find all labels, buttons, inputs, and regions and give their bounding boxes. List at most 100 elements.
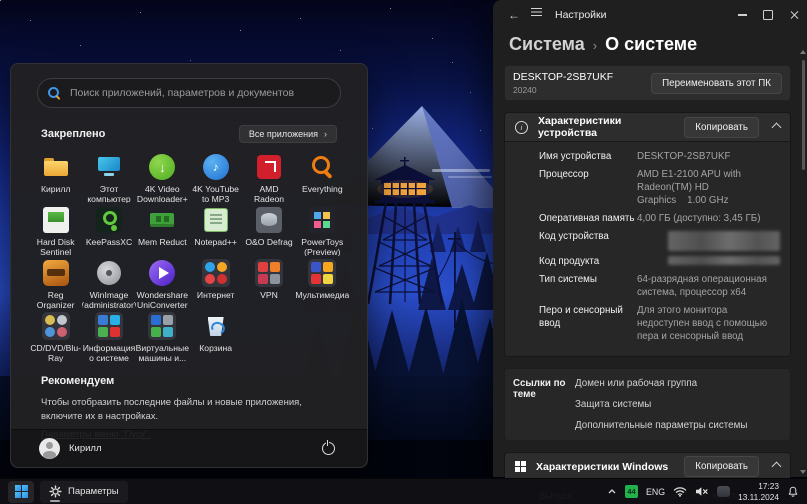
redacted-value bbox=[668, 256, 780, 265]
spec-label: Код продукта bbox=[539, 255, 637, 268]
spec-label: Имя устройства bbox=[539, 150, 637, 163]
maximize-button[interactable] bbox=[755, 0, 781, 30]
tray-temp-badge[interactable]: 44 bbox=[625, 485, 638, 498]
pinned-app[interactable]: AMD Radeon Software bbox=[242, 150, 295, 203]
close-button[interactable] bbox=[781, 0, 807, 30]
app-label: Информация о системе bbox=[82, 343, 135, 362]
copy-windows-specs-button[interactable]: Копировать bbox=[684, 456, 759, 477]
pinned-app-grid: Кирилл Этот компьютер 4K Video Downloade… bbox=[29, 150, 349, 362]
app-label: VPN bbox=[259, 290, 279, 300]
app-icon bbox=[41, 258, 71, 288]
pinned-app[interactable]: PowerToys (Preview) bbox=[296, 203, 349, 256]
clock[interactable]: 17:23 13.11.2024 bbox=[738, 481, 779, 502]
notification-bell-icon[interactable] bbox=[787, 486, 799, 498]
search-input[interactable] bbox=[68, 86, 330, 100]
start-button[interactable] bbox=[8, 481, 34, 503]
pinned-app[interactable]: Мультимедиа bbox=[296, 256, 349, 309]
spec-row: Процессор AMD E1-2100 APU with Radeon(TM… bbox=[539, 168, 780, 208]
system-tray: 44 ENG 17:23 13.11.2024 bbox=[607, 481, 799, 502]
tray-app-icon[interactable] bbox=[717, 486, 730, 497]
pinned-app[interactable]: Кирилл bbox=[29, 150, 82, 203]
app-label: AMD Radeon Software bbox=[242, 184, 295, 203]
breadcrumb-separator: › bbox=[593, 38, 597, 53]
pinned-app[interactable]: O&O Defrag bbox=[242, 203, 295, 256]
wifi-icon[interactable] bbox=[673, 486, 687, 497]
pinned-app[interactable]: Everything bbox=[296, 150, 349, 203]
recommended-label: Рекомендуем bbox=[41, 375, 337, 387]
all-apps-button[interactable]: Все приложения › bbox=[239, 125, 337, 143]
copy-device-specs-button[interactable]: Копировать bbox=[684, 117, 759, 138]
pinned-app[interactable]: KeePassXC bbox=[82, 203, 135, 256]
app-label: Кирилл bbox=[40, 184, 71, 194]
related-link[interactable]: Дополнительные параметры системы bbox=[575, 420, 747, 431]
minimize-icon bbox=[738, 14, 747, 15]
pinned-app[interactable]: Reg Organizer bbox=[29, 256, 82, 309]
tray-time: 17:23 bbox=[738, 481, 779, 491]
pinned-app[interactable]: Этот компьютер bbox=[82, 150, 135, 203]
desktop: Закреплено Все приложения › Кирилл Этот … bbox=[0, 0, 807, 504]
pinned-app[interactable]: Hard Disk Sentinel bbox=[29, 203, 82, 256]
app-label: Интернет bbox=[196, 290, 236, 300]
pinned-app[interactable]: VPN bbox=[242, 256, 295, 309]
pinned-app[interactable]: Корзина bbox=[189, 309, 242, 362]
info-icon: i bbox=[515, 121, 528, 134]
pinned-app[interactable]: Notepad++ bbox=[189, 203, 242, 256]
app-label: O&O Defrag bbox=[244, 237, 293, 247]
app-icon bbox=[94, 205, 124, 235]
language-indicator[interactable]: ENG bbox=[646, 487, 665, 497]
taskbar-settings-button[interactable]: Параметры bbox=[40, 481, 128, 503]
scrollbar-thumb[interactable] bbox=[802, 60, 805, 170]
pinned-app[interactable]: Информация о системе bbox=[82, 309, 135, 362]
app-icon bbox=[254, 152, 284, 182]
window-title: Настройки bbox=[555, 9, 607, 21]
power-button[interactable] bbox=[317, 438, 339, 460]
pinned-app[interactable]: WinImage (administrator) bbox=[82, 256, 135, 309]
device-specs-header[interactable]: i Характеристики устройства Копировать bbox=[505, 113, 790, 141]
app-label: Wondershare UniConverter bbox=[136, 290, 189, 309]
collapse-icon[interactable] bbox=[772, 122, 782, 132]
volume-muted-icon[interactable] bbox=[695, 486, 709, 497]
spec-label: Тип системы bbox=[539, 273, 637, 299]
pinned-app[interactable]: CD/DVD/Blu-Ray инструменты bbox=[29, 309, 82, 362]
scroll-up-arrow[interactable] bbox=[800, 50, 806, 54]
app-label: KeePassXC bbox=[85, 237, 133, 247]
spec-value: Для этого монитора недоступен ввод с пом… bbox=[637, 304, 780, 344]
app-icon bbox=[147, 258, 177, 288]
related-link[interactable]: Домен или рабочая группа bbox=[575, 378, 697, 389]
redacted-value bbox=[668, 231, 780, 251]
minimize-button[interactable] bbox=[729, 0, 755, 30]
related-link[interactable]: Защита системы bbox=[575, 399, 651, 410]
rename-pc-button[interactable]: Переименовать этот ПК bbox=[651, 73, 782, 94]
start-search[interactable] bbox=[37, 78, 341, 108]
app-label: Everything bbox=[301, 184, 344, 194]
related-links: Домен или рабочая группа Защита системы … bbox=[575, 378, 782, 431]
user-account-button[interactable]: Кирилл bbox=[39, 438, 102, 459]
spec-value bbox=[637, 230, 668, 251]
related-links-card: Ссылки по теме Домен или рабочая группа … bbox=[504, 368, 791, 441]
settings-titlebar: ← Настройки bbox=[493, 0, 807, 30]
back-button[interactable]: ← bbox=[503, 8, 525, 22]
scroll-down-arrow[interactable] bbox=[800, 470, 806, 474]
avatar bbox=[39, 438, 60, 459]
pinned-app[interactable]: Интернет bbox=[189, 256, 242, 309]
pinned-app[interactable]: 4K YouTube to MP3 bbox=[189, 150, 242, 203]
app-icon bbox=[307, 152, 337, 182]
tray-chevron-up-icon[interactable] bbox=[607, 487, 617, 496]
windows-specs-header[interactable]: Характеристики Windows Копировать bbox=[505, 453, 790, 481]
pinned-app[interactable]: 4K Video Downloader+ bbox=[136, 150, 189, 203]
pinned-app[interactable]: Wondershare UniConverter bbox=[136, 256, 189, 309]
pinned-section-label: Закреплено bbox=[41, 128, 105, 140]
scrollbar bbox=[801, 56, 805, 466]
collapse-icon[interactable] bbox=[772, 462, 782, 472]
pinned-app[interactable]: Виртуальные машины и... bbox=[136, 309, 189, 362]
spec-row: Код устройства bbox=[539, 230, 780, 251]
device-specs-title: Характеристики устройства bbox=[538, 115, 674, 139]
spec-row: Перо и сенсорный ввод Для этого монитора… bbox=[539, 304, 780, 344]
settings-window: ← Настройки Система › О системе DESKTOP-… bbox=[493, 0, 807, 477]
app-label: Mem Reduct bbox=[137, 237, 188, 247]
breadcrumb-system[interactable]: Система bbox=[509, 34, 585, 55]
device-subtext: 20240 bbox=[513, 85, 613, 95]
recommended-text: Чтобы отобразить последние файлы и новые… bbox=[41, 396, 337, 424]
pinned-app[interactable]: Mem Reduct bbox=[136, 203, 189, 256]
app-icon bbox=[254, 258, 284, 288]
